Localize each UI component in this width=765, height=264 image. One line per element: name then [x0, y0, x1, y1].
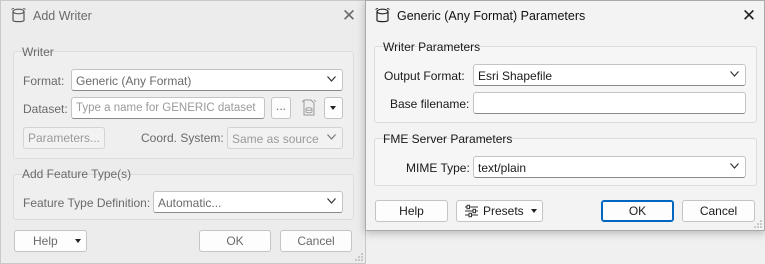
output-format-select[interactable]: Esri Shapefile [473, 64, 746, 86]
window-title: Generic (Any Format) Parameters [397, 9, 586, 23]
feature-type-definition-select[interactable]: Automatic... [153, 191, 343, 213]
close-icon[interactable]: ✕ [740, 7, 758, 25]
generic-parameters-titlebar[interactable]: Generic (Any Format) Parameters ✕ [366, 1, 764, 31]
mime-type-select[interactable]: text/plain [473, 156, 746, 178]
help-label: Help [33, 234, 58, 248]
add-writer-titlebar[interactable]: Add Writer ✕ [1, 1, 365, 31]
resize-grip-icon[interactable] [754, 220, 762, 228]
browse-button[interactable]: ... [271, 97, 291, 119]
generic-parameters-dialog: Generic (Any Format) Parameters ✕ Writer… [365, 0, 765, 231]
base-filename-label: Base filename: [390, 97, 470, 111]
output-format-label: Output Format: [384, 69, 465, 83]
dropdown-arrow-icon [75, 239, 81, 243]
parameters-button[interactable]: Parameters... [23, 127, 105, 149]
output-format-value: Esri Shapefile [478, 69, 553, 83]
chevron-down-icon [730, 163, 739, 169]
dataset-input[interactable]: Type a name for GENERIC dataset [71, 97, 265, 119]
mime-type-label: MIME Type: [406, 161, 470, 175]
dataset-placeholder: Type a name for GENERIC dataset [76, 102, 256, 114]
base-filename-input[interactable] [473, 92, 746, 114]
format-select[interactable]: Generic (Any Format) [71, 69, 343, 91]
help-button[interactable]: Help [375, 200, 448, 222]
add-writer-dialog: Add Writer ✕ Writer Format: Generic (Any… [0, 0, 366, 264]
chevron-down-icon [327, 198, 336, 204]
format-label: Format: [23, 74, 65, 88]
presets-sliders-icon [465, 204, 478, 218]
database-icon [11, 8, 26, 23]
presets-label: Presets [483, 204, 524, 218]
feature-type-group-title: Add Feature Type(s) [22, 167, 132, 181]
format-value: Generic (Any Format) [76, 74, 192, 88]
coord-system-select[interactable]: Same as source [227, 127, 343, 149]
coord-system-label: Coord. System: [141, 131, 224, 145]
fme-server-parameters-title: FME Server Parameters [383, 132, 513, 146]
chevron-down-icon [327, 76, 336, 82]
writer-parameters-title: Writer Parameters [383, 40, 481, 54]
ok-button[interactable]: OK [199, 230, 271, 252]
writer-group-title: Writer [22, 45, 54, 59]
dataset-file-icon[interactable] [301, 98, 317, 117]
chevron-down-icon [327, 134, 336, 140]
database-icon [375, 8, 390, 23]
feature-type-definition-value: Automatic... [158, 196, 222, 210]
dataset-dropdown-button[interactable] [324, 97, 343, 119]
window-title: Add Writer [33, 9, 92, 23]
close-icon[interactable]: ✕ [340, 7, 358, 25]
cancel-button[interactable]: Cancel [280, 230, 352, 252]
dropdown-arrow-icon [330, 106, 336, 110]
dropdown-arrow-icon [531, 209, 537, 213]
ok-button[interactable]: OK [601, 200, 674, 222]
help-button[interactable]: Help [14, 230, 87, 252]
cancel-button[interactable]: Cancel [682, 200, 755, 222]
chevron-down-icon [730, 71, 739, 77]
mime-type-value: text/plain [478, 161, 527, 175]
coord-system-value: Same as source [232, 132, 319, 146]
resize-grip-icon[interactable] [355, 253, 363, 261]
feature-type-definition-label: Feature Type Definition: [23, 196, 151, 210]
dataset-label: Dataset: [23, 102, 68, 116]
presets-button[interactable]: Presets [456, 200, 543, 222]
